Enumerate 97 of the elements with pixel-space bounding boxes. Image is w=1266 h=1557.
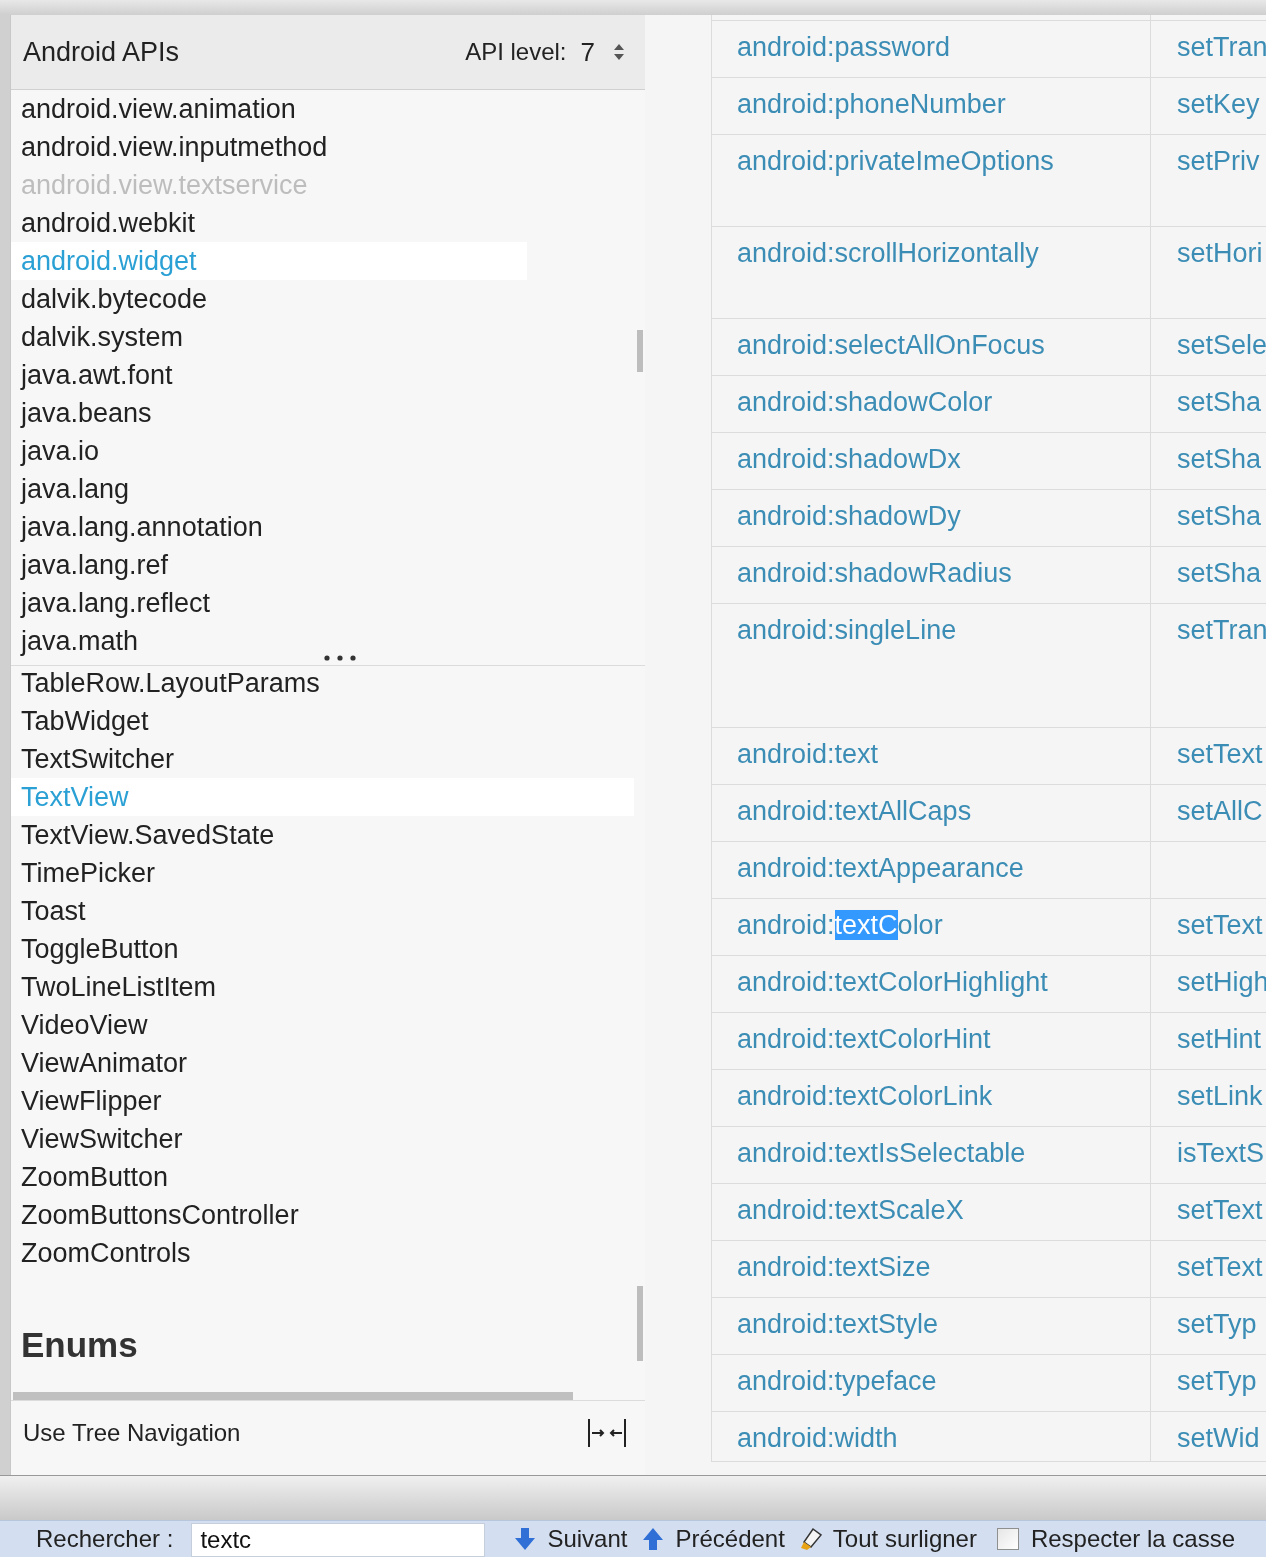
attribute-link[interactable]: android:textAllCaps	[737, 796, 972, 826]
method-link[interactable]: setSha	[1177, 501, 1262, 531]
scrollbar-thumb[interactable]	[637, 330, 643, 372]
attribute-link[interactable]: android:password	[737, 32, 951, 62]
section-heading: Enums	[21, 1324, 138, 1366]
method-link[interactable]: setKey	[1177, 89, 1260, 119]
attribute-link[interactable]: android:selectAllOnFocus	[737, 330, 1045, 360]
arrow-down-icon	[513, 1526, 538, 1552]
method-link[interactable]: setHint	[1177, 1024, 1262, 1054]
checkbox[interactable]	[996, 1528, 1019, 1550]
class-item[interactable]: TextSwitcher	[11, 740, 645, 778]
horizontal-scrollbar-thumb[interactable]	[13, 1392, 573, 1400]
attribute-link[interactable]: android:textColor	[737, 910, 943, 940]
attribute-link[interactable]: android:textAppearance	[737, 853, 1024, 883]
attribute-link[interactable]: android:textColorLink	[737, 1081, 993, 1111]
attribute-link[interactable]: android:shadowColor	[737, 387, 993, 417]
method-link[interactable]: setTyp	[1177, 1309, 1257, 1339]
attribute-link[interactable]: android:scrollHorizontally	[737, 238, 1039, 268]
method-link[interactable]: setWid	[1177, 1423, 1260, 1453]
search-field[interactable]: textc	[191, 1523, 486, 1557]
attribute-link[interactable]: android:text	[737, 739, 879, 769]
class-item[interactable]: TextView	[11, 778, 634, 816]
package-item[interactable]: java.awt.font	[11, 356, 173, 394]
package-item[interactable]: android.webkit	[11, 204, 196, 242]
package-item[interactable]: java.lang.reflect	[11, 584, 211, 622]
package-item[interactable]: dalvik.system	[11, 318, 184, 356]
class-item[interactable]: TimePicker	[11, 854, 645, 892]
attribute-link[interactable]: android:textIsSelectable	[737, 1138, 1026, 1168]
splitter-handle-icon[interactable]	[324, 655, 356, 661]
method-link[interactable]: setSele	[1177, 330, 1266, 360]
find-label: Rechercher :	[36, 1524, 174, 1554]
splitter-bar[interactable]	[0, 1475, 1266, 1520]
package-item[interactable]: android.view.animation	[11, 90, 296, 128]
class-item[interactable]: ZoomButton	[11, 1158, 645, 1196]
match-case-label[interactable]: Respecter la casse	[1030, 1521, 1236, 1557]
find-previous-button[interactable]: Précédent	[641, 1521, 785, 1557]
method-link[interactable]: setHigh	[1177, 967, 1266, 997]
package-item[interactable]: java.beans	[11, 394, 152, 432]
class-item[interactable]: ZoomButtonsController	[11, 1196, 645, 1234]
attribute-link[interactable]: android:privateImeOptions	[737, 146, 1054, 176]
method-link[interactable]: setText	[1177, 739, 1263, 769]
method-link[interactable]: setLink	[1177, 1081, 1263, 1111]
method-link[interactable]: setSha	[1177, 558, 1262, 588]
package-item[interactable]: java.lang.annotation	[11, 508, 263, 546]
attribute-link[interactable]: android:phoneNumber	[737, 89, 1006, 119]
class-item[interactable]: TabWidget	[11, 702, 645, 740]
class-item[interactable]: VideoView	[11, 1006, 645, 1044]
spinner-arrows-icon[interactable]	[613, 42, 625, 62]
method-link[interactable]: setSha	[1177, 387, 1262, 417]
attribute-link[interactable]: android:shadowDx	[737, 444, 961, 474]
find-next-button[interactable]: Suivant	[513, 1521, 628, 1557]
attribute-link[interactable]: android:textColorHighlight	[737, 967, 1048, 997]
class-item[interactable]: ViewAnimator	[11, 1044, 645, 1082]
tree-navigation-label[interactable]: Use Tree Navigation	[23, 1415, 241, 1451]
highlighter-icon	[798, 1526, 823, 1552]
class-item[interactable]: ViewSwitcher	[11, 1120, 645, 1158]
panel-title: Android APIs	[23, 35, 180, 69]
api-level-spinner[interactable]: 7	[580, 32, 633, 72]
package-item[interactable]: java.io	[11, 432, 100, 470]
package-item[interactable]: android.view.inputmethod	[11, 128, 328, 166]
method-link[interactable]: setSha	[1177, 444, 1262, 474]
attribute-link[interactable]: android:textScaleX	[737, 1195, 964, 1225]
method-link[interactable]: setPriv	[1177, 146, 1260, 176]
api-level-label: API level:	[465, 37, 567, 67]
package-item[interactable]: java.lang	[11, 470, 130, 508]
attribute-link[interactable]: android:textSize	[737, 1252, 931, 1282]
package-item[interactable]: android.widget	[11, 242, 527, 280]
attribute-link[interactable]: android:textColorHint	[737, 1024, 991, 1054]
package-item[interactable]: java.lang.ref	[11, 546, 169, 584]
attribute-link[interactable]: android:shadowDy	[737, 501, 961, 531]
method-link[interactable]: isTextS	[1177, 1138, 1265, 1168]
method-link[interactable]: setText	[1177, 1195, 1263, 1225]
method-link[interactable]: setTran	[1177, 32, 1266, 62]
find-highlight-all-button[interactable]: Tout surligner	[798, 1521, 977, 1557]
attribute-link[interactable]: android:textStyle	[737, 1309, 939, 1339]
class-item[interactable]: ViewFlipper	[11, 1082, 645, 1120]
package-item[interactable]: java.math	[11, 622, 139, 660]
method-link[interactable]: setHori	[1177, 238, 1263, 268]
method-link[interactable]: setTyp	[1177, 1366, 1257, 1396]
method-link[interactable]: setText	[1177, 910, 1263, 940]
attribute-link[interactable]: android:typeface	[737, 1366, 937, 1396]
class-item[interactable]: ZoomControls	[11, 1234, 645, 1272]
collapse-icon[interactable]	[587, 1417, 627, 1449]
attribute-link[interactable]: android:width	[737, 1423, 898, 1453]
attribute-link[interactable]: android:singleLine	[737, 615, 957, 645]
attribute-link[interactable]: android:shadowRadius	[737, 558, 1012, 588]
class-item[interactable]: TableRow.LayoutParams	[11, 666, 645, 702]
method-link[interactable]: setAllC	[1177, 796, 1263, 826]
method-link[interactable]: setText	[1177, 1252, 1263, 1282]
class-item[interactable]: Toast	[11, 892, 645, 930]
method-link[interactable]: setTran	[1177, 615, 1266, 645]
arrow-up-icon	[641, 1526, 666, 1552]
class-item[interactable]: TextView.SavedState	[11, 816, 645, 854]
class-item[interactable]: ToggleButton	[11, 930, 645, 968]
scrollbar-thumb[interactable]	[637, 1286, 643, 1361]
class-item[interactable]: TwoLineListItem	[11, 968, 645, 1006]
package-item[interactable]: dalvik.bytecode	[11, 280, 208, 318]
